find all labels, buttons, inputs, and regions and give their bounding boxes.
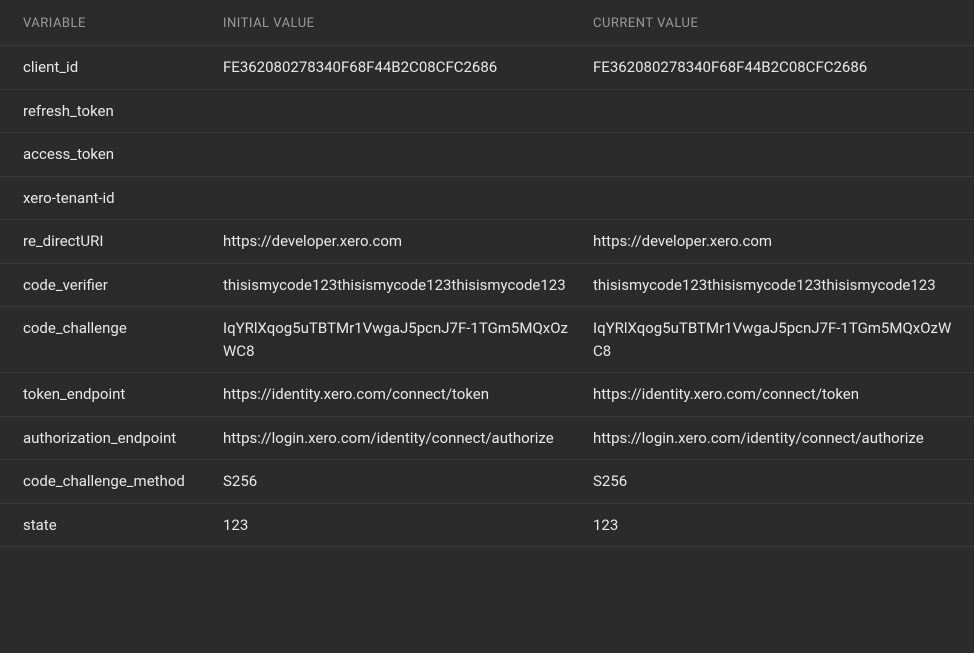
cell-initial-value[interactable]: S256 [223,470,593,493]
table-header-row: VARIABLE INITIAL VALUE CURRENT VALUE [0,16,974,45]
header-variable: VARIABLE [23,16,223,31]
cell-current-value[interactable]: IqYRlXqog5uTBTMr1VwgaJ5pcnJ7F-1TGm5MQxOz… [593,317,974,362]
variables-table: VARIABLE INITIAL VALUE CURRENT VALUE cli… [0,0,974,547]
cell-variable[interactable]: client_id [23,56,223,79]
cell-initial-value[interactable]: FE362080278340F68F44B2C08CFC2686 [223,56,593,79]
cell-variable[interactable]: re_directURI [23,230,223,253]
cell-initial-value[interactable] [223,100,593,123]
table-row[interactable]: state123123 [0,503,974,548]
cell-current-value[interactable]: thisismycode123thisismycode123thisismyco… [593,274,974,297]
cell-initial-value[interactable]: https://login.xero.com/identity/connect/… [223,427,593,450]
cell-current-value[interactable]: FE362080278340F68F44B2C08CFC2686 [593,56,974,79]
table-row[interactable]: re_directURIhttps://developer.xero.comht… [0,219,974,263]
cell-current-value[interactable] [593,143,974,166]
table-row[interactable]: code_challenge_methodS256S256 [0,459,974,503]
cell-variable[interactable]: xero-tenant-id [23,187,223,210]
header-current-value: CURRENT VALUE [593,16,974,31]
cell-variable[interactable]: token_endpoint [23,383,223,406]
header-initial-value: INITIAL VALUE [223,16,593,31]
cell-current-value[interactable] [593,187,974,210]
cell-initial-value[interactable]: https://developer.xero.com [223,230,593,253]
cell-current-value[interactable]: S256 [593,470,974,493]
cell-variable[interactable]: authorization_endpoint [23,427,223,450]
table-row[interactable]: refresh_token [0,89,974,133]
cell-current-value[interactable]: 123 [593,514,974,537]
cell-current-value[interactable]: https://login.xero.com/identity/connect/… [593,427,974,450]
cell-variable[interactable]: access_token [23,143,223,166]
table-row[interactable]: access_token [0,132,974,176]
cell-initial-value[interactable] [223,143,593,166]
table-row[interactable]: client_idFE362080278340F68F44B2C08CFC268… [0,45,974,89]
cell-initial-value[interactable]: https://identity.xero.com/connect/token [223,383,593,406]
cell-current-value[interactable]: https://identity.xero.com/connect/token [593,383,974,406]
cell-variable[interactable]: code_challenge_method [23,470,223,493]
cell-initial-value[interactable]: IqYRlXqog5uTBTMr1VwgaJ5pcnJ7F-1TGm5MQxOz… [223,317,593,362]
table-row[interactable]: token_endpointhttps://identity.xero.com/… [0,372,974,416]
cell-variable[interactable]: code_verifier [23,274,223,297]
cell-variable[interactable]: state [23,514,223,537]
cell-current-value[interactable] [593,100,974,123]
table-row[interactable]: code_challengeIqYRlXqog5uTBTMr1VwgaJ5pcn… [0,306,974,372]
cell-current-value[interactable]: https://developer.xero.com [593,230,974,253]
cell-initial-value[interactable]: thisismycode123thisismycode123thisismyco… [223,274,593,297]
table-row[interactable]: code_verifierthisismycode123thisismycode… [0,263,974,307]
table-row[interactable]: xero-tenant-id [0,176,974,220]
cell-initial-value[interactable] [223,187,593,210]
cell-variable[interactable]: refresh_token [23,100,223,123]
table-row[interactable]: authorization_endpointhttps://login.xero… [0,416,974,460]
cell-variable[interactable]: code_challenge [23,317,223,362]
cell-initial-value[interactable]: 123 [223,514,593,537]
